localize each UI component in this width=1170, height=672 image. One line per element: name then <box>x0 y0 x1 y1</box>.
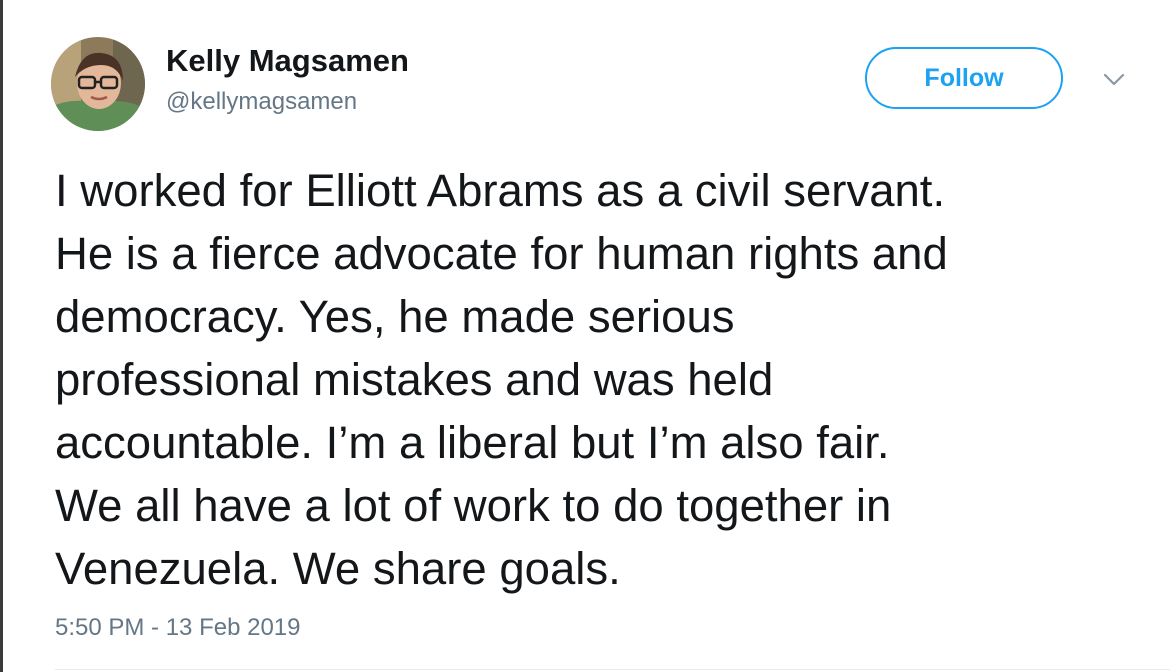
tweet-text-line: I worked for Elliott Abrams as a civil s… <box>55 165 946 216</box>
avatar[interactable] <box>51 37 145 131</box>
tweet-card: Kelly Magsamen @kellymagsamen Follow I w… <box>0 0 1170 672</box>
divider <box>55 669 1170 670</box>
avatar-photo <box>51 37 145 131</box>
tweet-text-line: democracy. Yes, he made serious <box>55 291 735 342</box>
chevron-down-icon[interactable] <box>1102 72 1126 88</box>
tweet-text-line: He is a fierce advocate for human rights… <box>55 228 948 279</box>
tweet-timestamp[interactable]: 5:50 PM - 13 Feb 2019 <box>55 613 300 643</box>
tweet-text: I worked for Elliott Abrams as a civil s… <box>55 159 1135 600</box>
tweet-text-line: accountable. I’m a liberal but I’m also … <box>55 417 890 468</box>
tweet-text-line: professional mistakes and was held <box>55 354 774 405</box>
tweet-text-line: Venezuela. We share goals. <box>55 543 621 594</box>
author-name[interactable]: Kelly Magsamen <box>166 42 409 80</box>
tweet-text-line: We all have a lot of work to do together… <box>55 480 892 531</box>
author-handle[interactable]: @kellymagsamen <box>166 87 357 117</box>
follow-button[interactable]: Follow <box>865 47 1063 109</box>
